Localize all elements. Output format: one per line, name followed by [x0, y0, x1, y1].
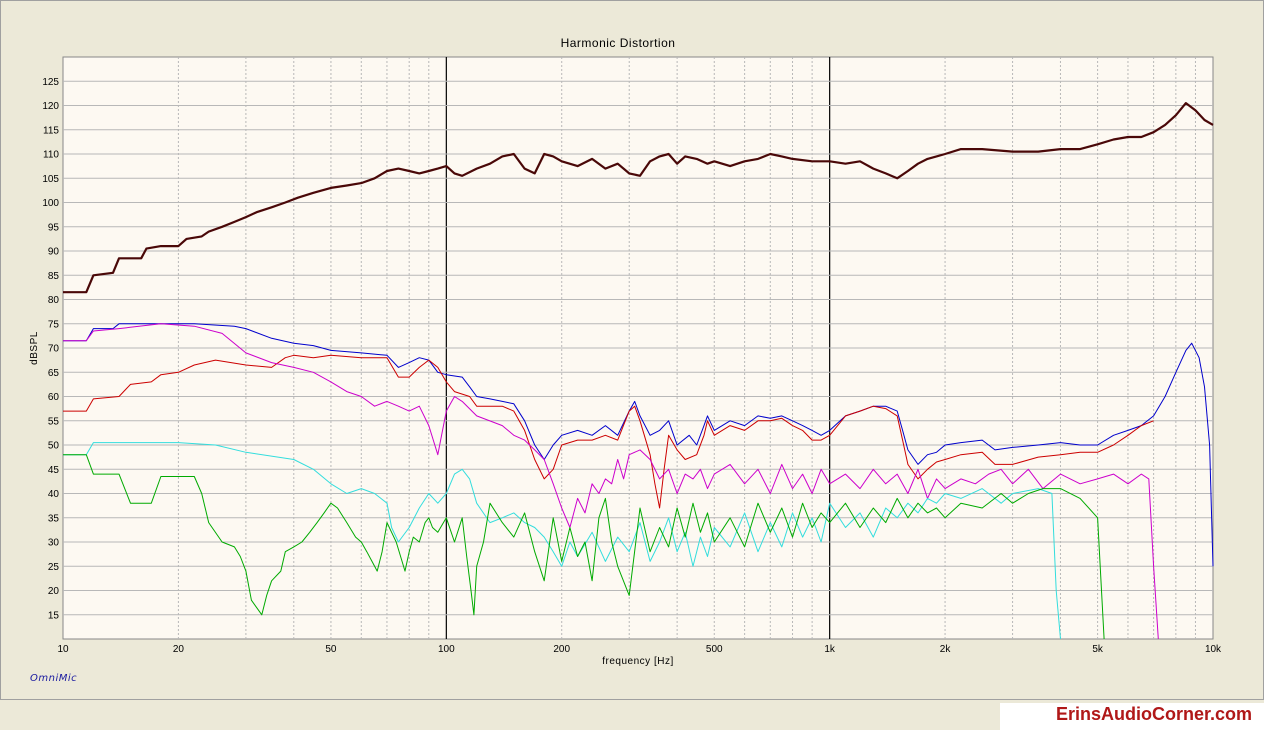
x-axis-ticks: 10 20 50 100 200 500 1k 2k 5k 10k	[57, 644, 1222, 655]
y-tick-label: 50	[48, 441, 60, 452]
x-tick-label: 500	[706, 644, 723, 655]
y-tick-label: 120	[42, 101, 59, 112]
y-tick-label: 20	[48, 586, 60, 597]
watermark-text: ErinsAudioCorner.com	[1055, 704, 1252, 724]
y-tick-label: 115	[43, 125, 59, 136]
y-tick-label: 65	[48, 368, 60, 379]
y-tick-label: 35	[48, 513, 60, 524]
y-axis-label: dBSPL	[29, 331, 40, 365]
y-tick-label: 95	[48, 222, 60, 233]
y-tick-label: 15	[48, 610, 60, 621]
chart-title: Harmonic Distortion	[561, 36, 676, 50]
y-tick-label: 75	[48, 319, 60, 330]
y-tick-label: 85	[48, 271, 60, 282]
x-tick-label: 5k	[1092, 644, 1104, 655]
y-tick-label: 30	[48, 538, 60, 549]
y-tick-label: 70	[48, 344, 60, 355]
y-tick-label: 45	[48, 465, 60, 476]
x-axis-label: frequency [Hz]	[602, 656, 673, 667]
y-tick-label: 90	[48, 247, 60, 258]
x-tick-label: 20	[173, 644, 185, 655]
y-tick-label: 40	[48, 489, 60, 500]
x-tick-label: 2k	[940, 644, 952, 655]
harmonic-distortion-chart: Harmonic Distortion 10 20 50 100 200 500 1k 2k 5…	[29, 36, 1222, 667]
y-tick-label: 60	[48, 392, 60, 403]
y-tick-label: 110	[43, 150, 59, 161]
y-tick-label: 80	[48, 295, 60, 306]
y-tick-label: 55	[48, 416, 60, 427]
x-tick-label: 50	[325, 644, 337, 655]
x-tick-label: 200	[553, 644, 570, 655]
x-tick-label: 10k	[1205, 644, 1222, 655]
y-axis-ticks: 15 20 25 30 35 40 45 50 55 60 65 70 75 80 85 90 95 100 105…	[42, 77, 59, 622]
y-tick-label: 25	[48, 562, 60, 573]
y-tick-label: 125	[42, 77, 59, 88]
x-tick-label: 1k	[824, 644, 836, 655]
x-tick-label: 10	[57, 644, 69, 655]
y-tick-label: 100	[42, 198, 59, 209]
x-tick-label: 100	[438, 644, 455, 655]
omnimic-label: OmniMic	[30, 673, 78, 684]
y-tick-label: 105	[42, 174, 59, 185]
